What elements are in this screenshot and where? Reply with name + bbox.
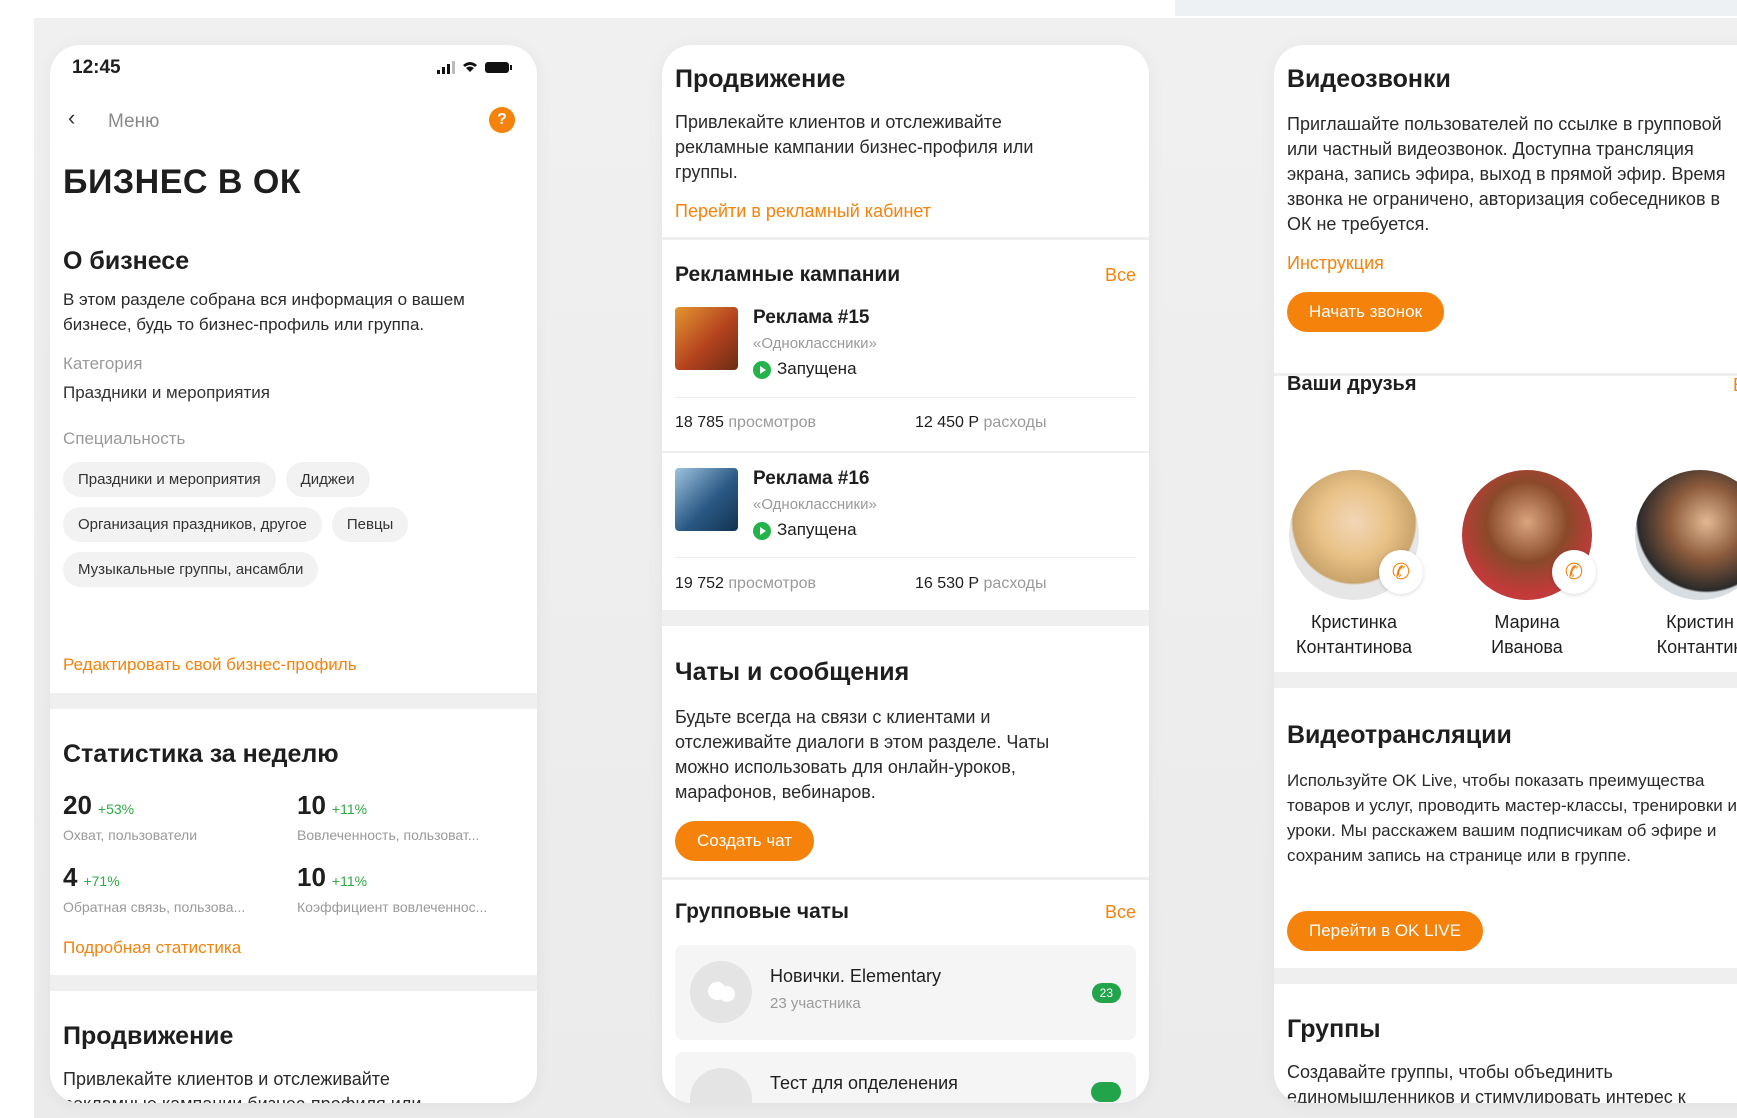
campaign-status: Запущена bbox=[753, 520, 857, 540]
campaign-title[interactable]: Реклама #15 bbox=[753, 307, 870, 329]
groups-heading: Группы bbox=[1287, 1015, 1381, 1043]
section-divider bbox=[1274, 968, 1737, 984]
category-label: Категория bbox=[63, 354, 143, 373]
section-divider bbox=[662, 237, 1149, 240]
promo-text: Привлекайте клиентов и отслеживайте рекл… bbox=[63, 1069, 421, 1103]
group-chats-all-link[interactable]: Все bbox=[1105, 902, 1136, 923]
chip[interactable]: Диджеи bbox=[285, 462, 370, 497]
section-divider bbox=[50, 693, 537, 709]
chat-title: Новички. Elementary bbox=[770, 966, 941, 986]
edit-profile-link[interactable]: Редактировать свой бизнес-профиль bbox=[63, 655, 357, 675]
friend-card[interactable]: Кристин Контантин bbox=[1620, 470, 1737, 660]
about-heading: О бизнесе bbox=[63, 247, 190, 275]
chats-text: Будьте всегда на связи с клиентами и отс… bbox=[675, 707, 1050, 802]
promo-text: Привлекайте клиентов и отслеживайте рекл… bbox=[675, 112, 1034, 182]
frost-thumbnail[interactable] bbox=[675, 468, 738, 531]
stat-item[interactable]: 10 +11% Вовлеченность, пользоват... bbox=[297, 790, 522, 843]
group-chat-item[interactable]: Тест для опделенения bbox=[675, 1052, 1136, 1103]
friend-card[interactable]: ✆ Кристинка Контантинова bbox=[1274, 470, 1434, 660]
campaigns-all-link[interactable]: Все bbox=[1105, 265, 1136, 286]
stat-item[interactable]: 20 +53% Охват, пользователи bbox=[63, 790, 283, 843]
phone-promo-screen: Продвижение Привлекайте клиентов и отсле… bbox=[662, 45, 1149, 1103]
specialty-label: Специальность bbox=[63, 429, 186, 448]
group-chat-item[interactable]: Новички. Elementary 23 участника 23 bbox=[675, 945, 1136, 1040]
stat-item[interactable]: 10 +11% Коэффициент вовлеченнос... bbox=[297, 862, 522, 915]
friend-name: Кристинка Контантинова bbox=[1295, 612, 1413, 657]
divider bbox=[675, 397, 1136, 398]
groups-text: Создавайте группы, чтобы объединить един… bbox=[1287, 1062, 1686, 1103]
campaign-source: «Одноклассники» bbox=[753, 496, 877, 513]
divider bbox=[662, 451, 1149, 453]
campaign-views: 19 752 просмотров bbox=[675, 575, 817, 592]
campaign-source: «Одноклассники» bbox=[753, 335, 877, 352]
chip[interactable]: Организация праздников, другое bbox=[63, 507, 322, 542]
friends-all-link[interactable]: Вс bbox=[1733, 375, 1737, 396]
back-icon[interactable]: ‹ bbox=[68, 105, 75, 131]
campaign-status: Запущена bbox=[753, 359, 857, 379]
streams-heading: Видеотрансляции bbox=[1287, 721, 1512, 749]
friends-heading: Ваши друзья bbox=[1287, 373, 1417, 395]
status-icons bbox=[435, 59, 515, 80]
campaigns-heading: Рекламные кампании bbox=[675, 263, 901, 286]
friend-avatar bbox=[1635, 470, 1737, 600]
page-title: БИЗНЕС В ОК bbox=[63, 163, 302, 201]
promo-heading: Продвижение bbox=[63, 1022, 234, 1050]
unread-badge bbox=[1091, 1082, 1121, 1102]
friend-avatar: ✆ bbox=[1289, 470, 1423, 600]
unread-badge: 23 bbox=[1091, 983, 1121, 1003]
chip[interactable]: Певцы bbox=[331, 507, 409, 542]
divider bbox=[675, 557, 1136, 558]
chats-heading: Чаты и сообщения bbox=[675, 658, 910, 686]
friend-avatar: ✆ bbox=[1462, 470, 1596, 600]
instructions-link[interactable]: Инструкция bbox=[1287, 253, 1384, 274]
stat-item[interactable]: 4 +71% Обратная связь, пользова... bbox=[63, 862, 283, 915]
friend-name: Марина Иванова bbox=[1491, 612, 1563, 657]
play-icon bbox=[753, 360, 771, 379]
campaign-views: 18 785 просмотров bbox=[675, 414, 817, 431]
chip[interactable]: Музыкальные группы, ансамбли bbox=[63, 552, 319, 587]
specialty-chips: Праздники и мероприятия Диджеи Организаци… bbox=[63, 462, 533, 597]
top-strip bbox=[1175, 0, 1737, 16]
play-icon bbox=[753, 521, 771, 540]
ok-live-button[interactable]: Перейти в OK LIVE bbox=[1287, 911, 1483, 951]
stats-heading: Статистика за неделю bbox=[63, 740, 339, 768]
details-stats-link[interactable]: Подробная статистика bbox=[63, 938, 241, 958]
campaign-cost: 12 450 Р расходы bbox=[915, 414, 1047, 431]
phone-video-screen: Видеозвонки Приглашайте пользователей по… bbox=[1274, 45, 1737, 1103]
category-value: Праздники и мероприятия bbox=[63, 383, 270, 402]
video-calls-text: Приглашайте пользователей по ссылке в гр… bbox=[1287, 114, 1726, 234]
promo-heading: Продвижение bbox=[675, 65, 846, 93]
campaign-title[interactable]: Реклама #16 bbox=[753, 468, 870, 490]
section-divider bbox=[662, 610, 1149, 626]
friend-name: Кристин Контантин bbox=[1656, 612, 1737, 657]
signal-wifi-battery-icon bbox=[437, 61, 512, 74]
friend-card[interactable]: ✆ Марина Иванова bbox=[1447, 470, 1607, 660]
start-call-button[interactable]: Начать звонок bbox=[1287, 292, 1445, 332]
ad-cabinet-link[interactable]: Перейти в рекламный кабинет bbox=[675, 201, 931, 222]
chat-icon bbox=[690, 961, 752, 1023]
chat-title: Тест для опделенения bbox=[770, 1073, 958, 1093]
chip[interactable]: Праздники и мероприятия bbox=[63, 462, 276, 497]
phone-business-screen: 12:45 ‹ Меню ? БИЗНЕС В ОК О бизнесе В э… bbox=[50, 45, 537, 1103]
back-label[interactable]: Меню bbox=[108, 111, 159, 133]
streams-text: Используйте OK Live, чтобы показать преи… bbox=[1287, 771, 1737, 865]
chat-icon bbox=[690, 1068, 752, 1103]
help-icon[interactable]: ? bbox=[489, 107, 515, 133]
phone-icon[interactable]: ✆ bbox=[1552, 550, 1596, 594]
section-divider bbox=[662, 877, 1149, 880]
create-chat-button[interactable]: Создать чат bbox=[675, 821, 815, 861]
group-chats-heading: Групповые чаты bbox=[675, 900, 849, 923]
section-divider bbox=[1274, 672, 1737, 688]
campaign-cost: 16 530 Р расходы bbox=[915, 575, 1047, 592]
status-time: 12:45 bbox=[72, 57, 121, 78]
phone-icon[interactable]: ✆ bbox=[1379, 550, 1423, 594]
section-divider bbox=[50, 975, 537, 991]
autumn-thumbnail[interactable] bbox=[675, 307, 738, 370]
chat-subtitle: 23 участника bbox=[770, 995, 861, 1012]
about-text: В этом разделе собрана вся информация о … bbox=[63, 290, 465, 334]
video-calls-heading: Видеозвонки bbox=[1287, 65, 1451, 93]
